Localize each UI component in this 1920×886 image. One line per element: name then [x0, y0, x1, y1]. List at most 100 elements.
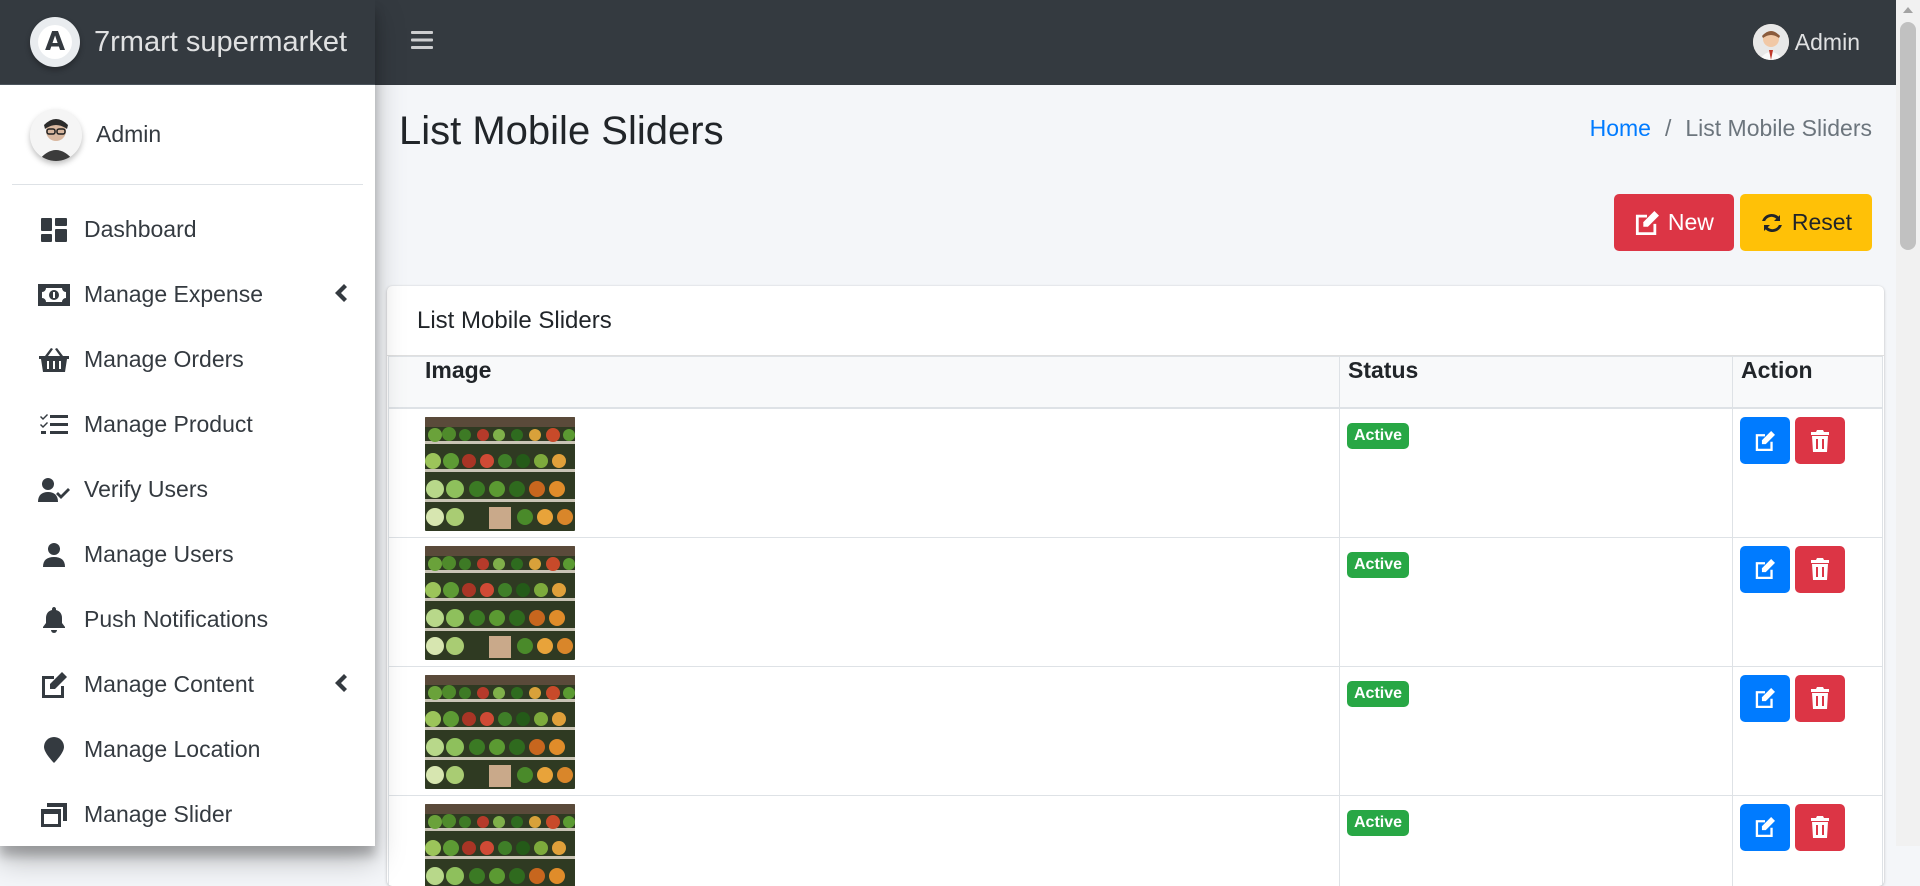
page-title: List Mobile Sliders	[399, 109, 724, 154]
scrollbar-thumb[interactable]	[1900, 22, 1916, 250]
delete-button[interactable]	[1795, 546, 1845, 593]
map-marker-icon	[38, 736, 70, 764]
image-cell	[389, 666, 1340, 795]
delete-button[interactable]	[1795, 675, 1845, 722]
slider-image-thumbnail[interactable]	[425, 546, 575, 660]
action-cell	[1733, 537, 1883, 666]
status-badge: Active	[1347, 552, 1409, 578]
edit-button[interactable]	[1740, 546, 1790, 593]
breadcrumb-separator: /	[1665, 115, 1671, 142]
action-cell	[1733, 666, 1883, 795]
table-header-row: Image Status Action	[389, 357, 1883, 409]
new-button[interactable]: New	[1614, 194, 1734, 251]
user-check-icon	[38, 476, 70, 504]
sidebar-item-label: Dashboard	[84, 216, 197, 243]
edit-icon	[1754, 688, 1776, 708]
dashboard-icon	[38, 216, 70, 244]
sidebar-item-label: Verify Users	[84, 476, 208, 503]
sidebar-item-label: Manage Expense	[84, 281, 263, 308]
table-row: Active	[389, 666, 1883, 795]
status-badge: Active	[1347, 681, 1409, 707]
page-scrollbar[interactable]	[1896, 0, 1920, 846]
delete-button[interactable]	[1795, 804, 1845, 851]
chevron-left-icon	[335, 674, 347, 697]
card-header: List Mobile Sliders	[387, 286, 1884, 356]
edit-button[interactable]	[1740, 804, 1790, 851]
image-cell	[389, 408, 1340, 537]
slider-image-thumbnail[interactable]	[425, 417, 575, 531]
reset-button-label: Reset	[1792, 209, 1852, 236]
brand-link[interactable]: A 7rmart supermarket	[0, 0, 375, 85]
table-row: Active	[389, 408, 1883, 537]
status-cell: Active	[1340, 795, 1733, 886]
image-cell	[389, 537, 1340, 666]
sidebar-item-manage-users[interactable]: Manage Users	[0, 522, 375, 587]
breadcrumb: Home / List Mobile Sliders	[1590, 115, 1872, 142]
brand-name: 7rmart supermarket	[94, 26, 347, 59]
status-badge: Active	[1347, 423, 1409, 449]
reset-button[interactable]: Reset	[1740, 194, 1872, 251]
sidebar-item-label: Manage Users	[84, 541, 234, 568]
column-header-action: Action	[1733, 357, 1883, 409]
trash-icon	[1811, 816, 1829, 838]
status-badge: Active	[1347, 810, 1409, 836]
trash-icon	[1811, 558, 1829, 580]
slider-image-thumbnail[interactable]	[425, 675, 575, 789]
status-cell: Active	[1340, 666, 1733, 795]
sliders-table: Image Status Action	[388, 356, 1883, 886]
slider-image-thumbnail[interactable]	[425, 804, 575, 886]
user-avatar	[30, 109, 82, 161]
breadcrumb-home-link[interactable]: Home	[1590, 115, 1651, 142]
sidebar-item-label: Manage Slider	[84, 801, 232, 828]
top-user-name: Admin	[1795, 29, 1860, 56]
sidebar-item-push-notifications[interactable]: Push Notifications	[0, 587, 375, 652]
sidebar-item-label: Manage Orders	[84, 346, 244, 373]
edit-button[interactable]	[1740, 417, 1790, 464]
status-cell: Active	[1340, 537, 1733, 666]
delete-button[interactable]	[1795, 417, 1845, 464]
main-sidebar: A 7rmart supermarket Admin Dashboard	[0, 0, 375, 846]
window-restore-icon	[38, 801, 70, 829]
content-wrapper: List Mobile Sliders Home / List Mobile S…	[375, 85, 1896, 846]
brand-logo: A	[30, 17, 80, 67]
sidebar-item-manage-expense[interactable]: Manage Expense	[0, 262, 375, 327]
action-cell	[1733, 795, 1883, 886]
user-menu[interactable]: Admin	[1753, 24, 1860, 60]
sidebar-item-label: Manage Location	[84, 736, 260, 763]
edit-icon	[1634, 211, 1660, 235]
breadcrumb-current: List Mobile Sliders	[1685, 115, 1872, 142]
status-cell: Active	[1340, 408, 1733, 537]
sidebar-item-manage-product[interactable]: Manage Product	[0, 392, 375, 457]
user-icon	[38, 541, 70, 569]
image-cell	[389, 795, 1340, 886]
column-header-status: Status	[1340, 357, 1733, 409]
sidebar-item-manage-orders[interactable]: Manage Orders	[0, 327, 375, 392]
user-panel[interactable]: Admin	[12, 85, 363, 185]
sidebar-item-manage-content[interactable]: Manage Content	[0, 652, 375, 717]
edit-icon	[1754, 431, 1776, 451]
scroll-up-arrow[interactable]	[1903, 7, 1913, 13]
basket-icon	[38, 346, 70, 374]
bell-icon	[38, 606, 70, 634]
sidebar-nav: Dashboard Manage Expense Manage Orders M…	[0, 185, 375, 846]
brand-logo-letter: A	[38, 25, 72, 59]
tasks-list-icon	[38, 411, 70, 439]
chevron-left-icon	[335, 284, 347, 307]
sidebar-item-verify-users[interactable]: Verify Users	[0, 457, 375, 522]
sidebar-item-label: Manage Product	[84, 411, 253, 438]
sidebar-item-manage-slider[interactable]: Manage Slider	[0, 782, 375, 846]
trash-icon	[1811, 430, 1829, 452]
money-bill-icon	[38, 281, 70, 309]
card-title: List Mobile Sliders	[417, 307, 612, 335]
action-cell	[1733, 408, 1883, 537]
edit-button[interactable]	[1740, 675, 1790, 722]
sidebar-item-dashboard[interactable]: Dashboard	[0, 197, 375, 262]
table-row: Active	[389, 795, 1883, 886]
sliders-card: List Mobile Sliders Image Status Action	[387, 286, 1884, 886]
menu-toggle-icon[interactable]	[411, 30, 433, 55]
sidebar-item-label: Push Notifications	[84, 606, 268, 633]
table-row: Active	[389, 537, 1883, 666]
sidebar-item-manage-location[interactable]: Manage Location	[0, 717, 375, 782]
edit-icon	[38, 671, 70, 699]
sidebar-user-name: Admin	[96, 121, 161, 148]
